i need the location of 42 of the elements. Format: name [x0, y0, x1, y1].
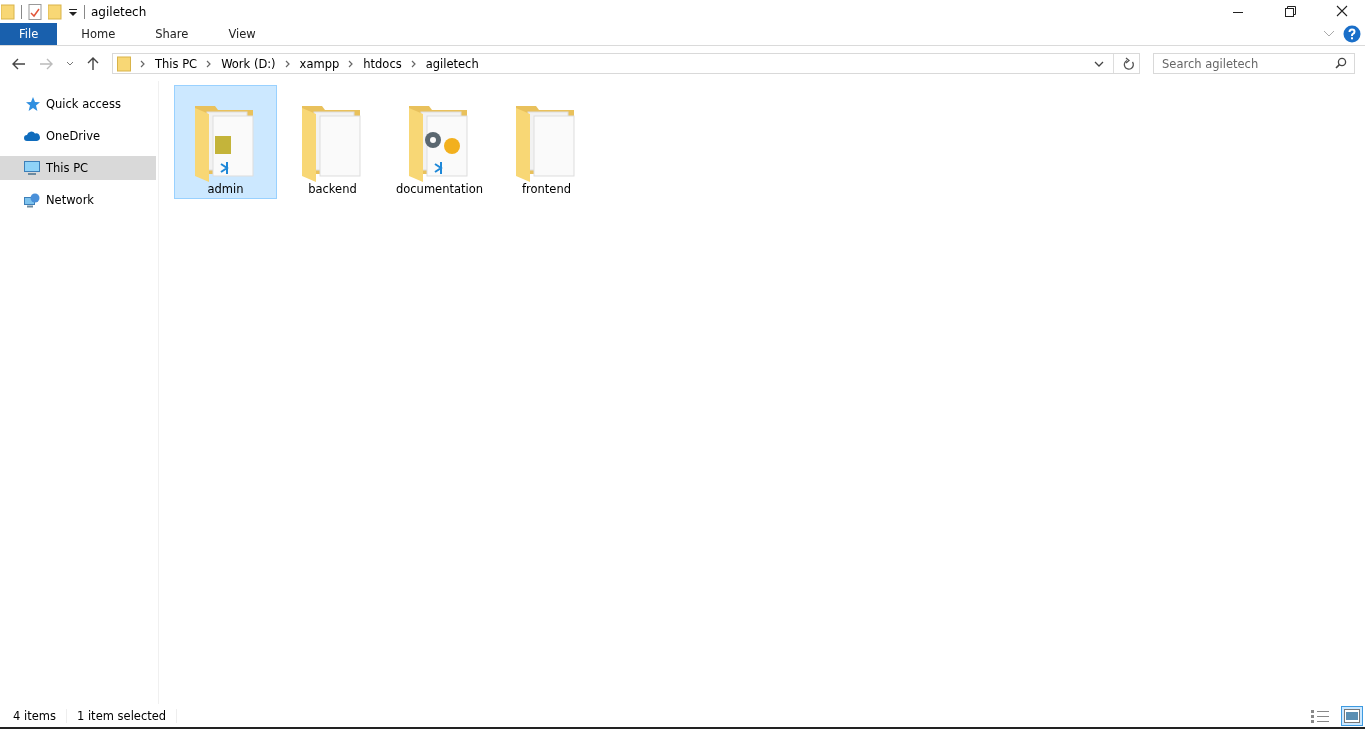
sidebar-item[interactable]: OneDrive	[0, 124, 156, 148]
chevron-down-icon[interactable]	[1094, 59, 1104, 68]
help-icon[interactable]	[1343, 25, 1361, 43]
chevron-right-icon[interactable]	[140, 59, 146, 68]
ribbon-tab[interactable]: Home	[65, 23, 132, 45]
breadcrumb-item[interactable]: agiletech	[425, 56, 479, 71]
up-arrow-icon[interactable]	[87, 56, 99, 71]
back-arrow-icon[interactable]	[12, 57, 26, 70]
sidebar-item[interactable]: This PC	[0, 156, 156, 180]
folder-item[interactable]: admin	[174, 85, 277, 199]
folder-item[interactable]: frontend	[495, 85, 598, 199]
address-bar[interactable]: This PC Work (D:) xampp htdocs agiletech	[112, 53, 1140, 74]
large-icons-view-button[interactable]	[1341, 705, 1363, 726]
breadcrumb-item[interactable]: htdocs	[363, 56, 402, 71]
ribbon-tab[interactable]: View	[212, 23, 272, 45]
search-icon	[1335, 57, 1347, 69]
ribbon-tab[interactable]: Share	[139, 23, 205, 45]
item-count: 4 items	[13, 708, 56, 723]
file-tab[interactable]: File	[0, 23, 58, 45]
checklist-icon[interactable]	[28, 3, 42, 20]
chevron-down-icon[interactable]	[66, 60, 74, 67]
folder-item[interactable]: backend	[281, 85, 384, 199]
star-icon	[24, 96, 40, 112]
refresh-icon[interactable]	[1123, 56, 1135, 71]
window-title: agiletech	[91, 4, 147, 19]
breadcrumb-item[interactable]: xampp	[299, 56, 340, 71]
sidebar-item[interactable]: Network	[0, 188, 156, 212]
chevron-right-icon[interactable]	[348, 59, 355, 68]
network-icon	[24, 192, 40, 208]
selection-count: 1 item selected	[76, 708, 167, 723]
chevron-right-icon[interactable]	[284, 59, 291, 68]
breadcrumb-item[interactable]: This PC	[155, 56, 198, 71]
sidebar-item[interactable]: Quick access	[0, 92, 156, 116]
dropdown-icon[interactable]	[68, 6, 78, 17]
chevron-right-icon[interactable]	[410, 59, 417, 68]
search-field[interactable]: Search agiletech	[1153, 53, 1355, 74]
folder-icon	[117, 55, 131, 72]
chevron-right-icon[interactable]	[206, 59, 213, 68]
folder-item[interactable]: documentation	[388, 85, 491, 199]
cloud-icon	[24, 130, 40, 142]
monitor-icon	[24, 160, 40, 176]
breadcrumb-item[interactable]: Work (D:)	[221, 56, 276, 71]
